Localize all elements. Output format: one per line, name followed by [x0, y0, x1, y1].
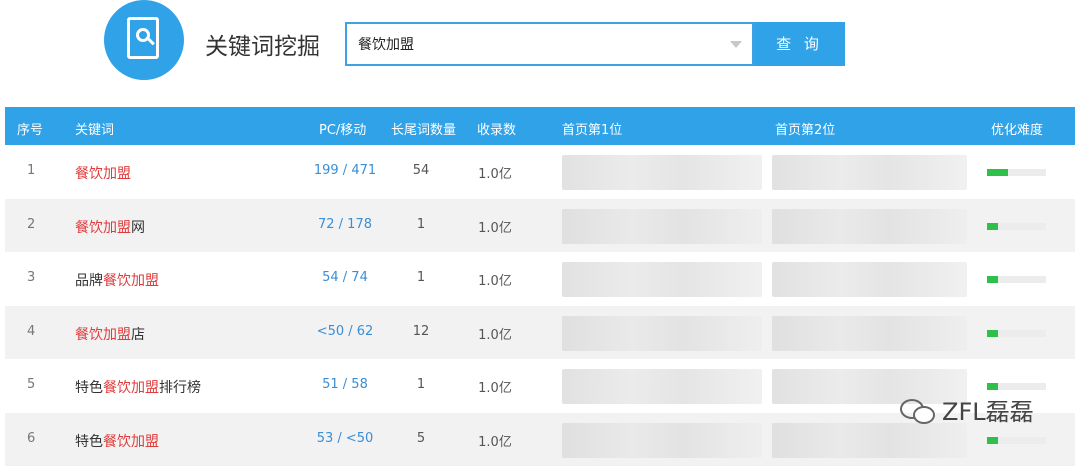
rank2-blurred [772, 423, 967, 458]
rank2-blurred [772, 262, 967, 297]
difficulty-fill [987, 330, 998, 337]
indexed-count: 1.0亿 [465, 163, 525, 182]
keyword-link[interactable]: 餐饮加盟店 [75, 324, 145, 344]
row-index: 3 [27, 270, 35, 285]
row-index: 5 [27, 377, 35, 392]
difficulty-fill [987, 169, 1008, 176]
longtail-count: 5 [391, 431, 451, 446]
row-index: 6 [27, 431, 35, 446]
indexed-count: 1.0亿 [465, 324, 525, 343]
header-index: 序号 [17, 119, 43, 138]
indexed-count: 1.0亿 [465, 270, 525, 289]
keyword-highlight: 餐饮加盟 [75, 220, 131, 236]
header-keyword: 关键词 [75, 119, 114, 138]
row-index: 1 [27, 163, 35, 178]
pc-mobile-value[interactable]: <50 / 62 [305, 324, 385, 339]
pc-mobile-value[interactable]: 51 / 58 [305, 377, 385, 392]
longtail-count: 1 [391, 270, 451, 285]
keyword-suffix: 网 [131, 220, 145, 236]
row-index: 2 [27, 217, 35, 232]
search-input[interactable]: 餐饮加盟 [345, 22, 754, 66]
header-rank1: 首页第1位 [562, 119, 622, 138]
difficulty-bar [987, 276, 1046, 283]
keyword-link[interactable]: 品牌餐饮加盟 [75, 270, 159, 290]
rank2-blurred [772, 209, 967, 244]
keyword-prefix: 特色 [75, 434, 103, 450]
pc-mobile-value[interactable]: 199 / 471 [305, 163, 385, 178]
longtail-count: 54 [391, 163, 451, 178]
difficulty-bar [987, 330, 1046, 337]
pc-mobile-value[interactable]: 53 / <50 [305, 431, 385, 446]
wechat-icon [900, 397, 934, 423]
table-row: 2 餐饮加盟网 72 / 178 1 1.0亿 [5, 199, 1075, 253]
rank2-blurred [772, 316, 967, 351]
pc-mobile-value[interactable]: 72 / 178 [305, 217, 385, 232]
keyword-highlight: 餐饮加盟 [103, 434, 159, 450]
row-index: 4 [27, 324, 35, 339]
difficulty-fill [987, 223, 998, 230]
header-pc-mobile: PC/移动 [319, 119, 366, 138]
page-title: 关键词挖掘 [205, 27, 320, 61]
pc-mobile-value[interactable]: 54 / 74 [305, 270, 385, 285]
keyword-link[interactable]: 餐饮加盟 [75, 163, 131, 183]
rank1-blurred [562, 369, 762, 404]
rank1-blurred [562, 155, 762, 190]
rank2-blurred [772, 155, 967, 190]
watermark-text: ZFL磊磊 [942, 392, 1034, 427]
document-magnifier-icon [127, 17, 159, 59]
keyword-suffix: 店 [131, 327, 145, 343]
table-row: 4 餐饮加盟店 <50 / 62 12 1.0亿 [5, 306, 1075, 360]
search-input-value[interactable]: 餐饮加盟 [358, 34, 414, 54]
longtail-count: 1 [391, 217, 451, 232]
rank1-blurred [562, 209, 762, 244]
rank1-blurred [562, 316, 762, 351]
indexed-count: 1.0亿 [465, 377, 525, 396]
table-header: 序号 关键词 PC/移动 长尾词数量 收录数 首页第1位 首页第2位 优化难度 [5, 107, 1075, 145]
difficulty-bar [987, 383, 1046, 390]
keyword-link[interactable]: 特色餐饮加盟 [75, 431, 159, 451]
header-indexed: 收录数 [477, 119, 516, 138]
rank1-blurred [562, 262, 762, 297]
keyword-prefix: 特色 [75, 380, 103, 396]
difficulty-bar [987, 223, 1046, 230]
difficulty-fill [987, 276, 998, 283]
rank1-blurred [562, 423, 762, 458]
keyword-highlight: 餐饮加盟 [103, 380, 159, 396]
table-row: 1 餐饮加盟 199 / 471 54 1.0亿 [5, 145, 1075, 199]
keyword-highlight: 餐饮加盟 [75, 166, 131, 182]
table-row: 3 品牌餐饮加盟 54 / 74 1 1.0亿 [5, 252, 1075, 306]
app-logo [104, 0, 184, 80]
difficulty-bar [987, 437, 1046, 444]
header-longtail: 长尾词数量 [391, 119, 456, 138]
header-rank2: 首页第2位 [775, 119, 835, 138]
difficulty-fill [987, 437, 998, 444]
keyword-suffix: 排行榜 [159, 380, 201, 396]
chevron-down-icon[interactable] [730, 41, 742, 48]
indexed-count: 1.0亿 [465, 431, 525, 450]
keyword-link[interactable]: 特色餐饮加盟排行榜 [75, 377, 201, 397]
keyword-highlight: 餐饮加盟 [75, 327, 131, 343]
longtail-count: 12 [391, 324, 451, 339]
difficulty-bar [987, 169, 1046, 176]
query-button[interactable]: 查 询 [754, 22, 845, 66]
keyword-link[interactable]: 餐饮加盟网 [75, 217, 145, 237]
longtail-count: 1 [391, 377, 451, 392]
watermark: ZFL磊磊 [900, 392, 1034, 427]
keyword-prefix: 品牌 [75, 273, 103, 289]
header-difficulty: 优化难度 [991, 119, 1043, 138]
keyword-highlight: 餐饮加盟 [103, 273, 159, 289]
difficulty-fill [987, 383, 998, 390]
indexed-count: 1.0亿 [465, 217, 525, 236]
